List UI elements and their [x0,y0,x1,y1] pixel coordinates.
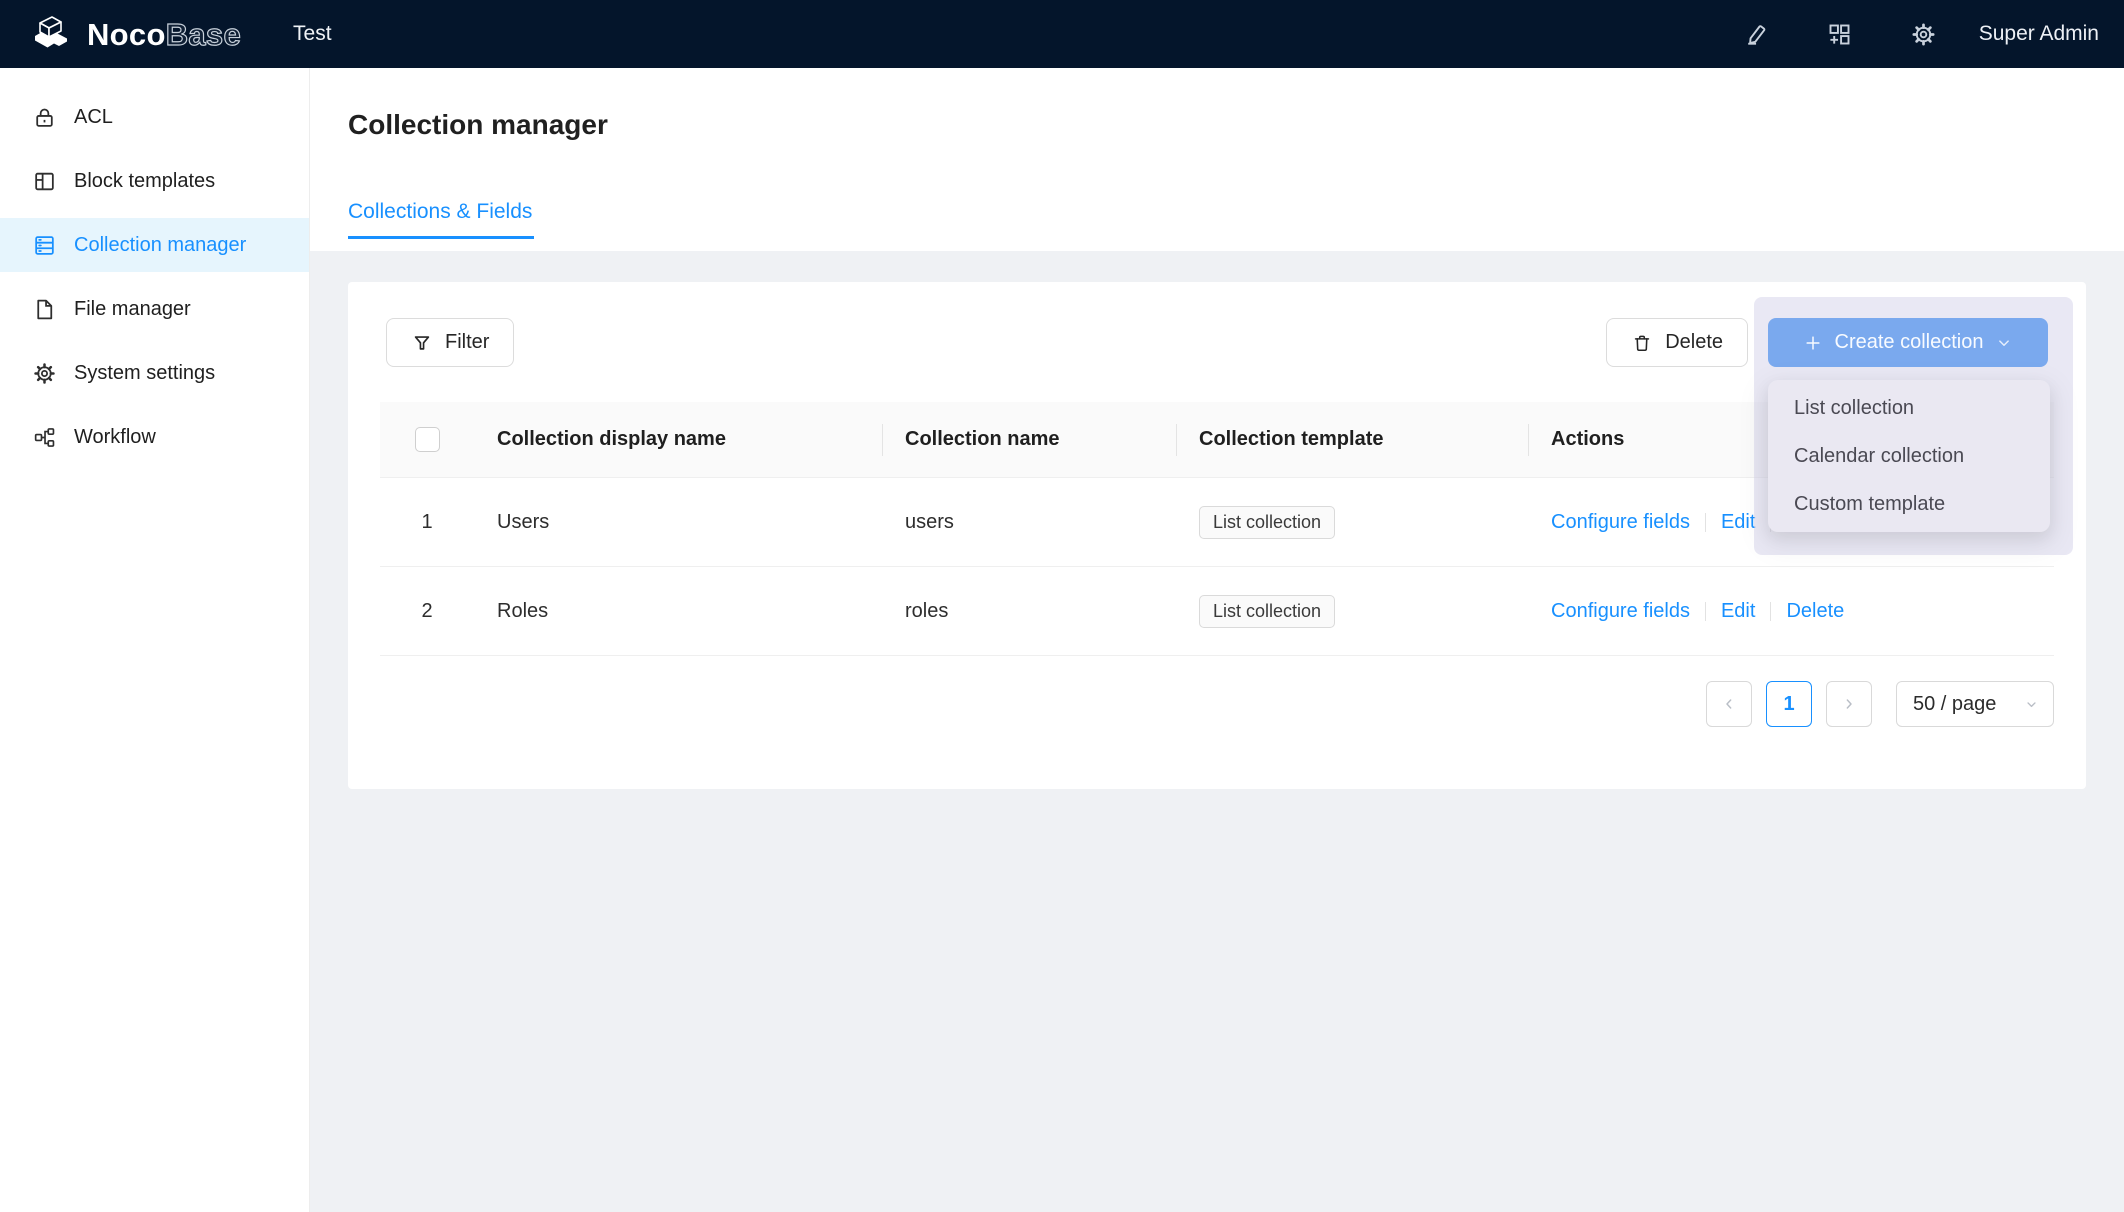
sidebar-item-workflow[interactable]: Workflow [0,410,309,464]
layout-icon [32,169,57,194]
action-divider [1705,513,1706,532]
cell-actions: Configure fields Edit Delete [1528,600,2054,623]
file-icon [32,297,57,322]
appstore-add-icon[interactable] [1826,21,1853,48]
menu-item-calendar-collection[interactable]: Calendar collection [1768,432,2050,480]
tab-collections-and-fields[interactable]: Collections & Fields [348,199,534,239]
action-divider [1705,602,1706,621]
sidebar-item-label: ACL [74,106,113,129]
main-area: Collection manager Collections & Fields … [310,68,2124,1212]
select-all-checkbox[interactable] [415,427,440,452]
configure-fields-link[interactable]: Configure fields [1551,511,1690,534]
tab-bar: Collections & Fields [348,199,2124,239]
body: ACL Block templates Collection manager [0,68,2124,1212]
select-all-cell [380,427,474,452]
settings-gear-icon[interactable] [1910,21,1937,48]
page-size-select[interactable]: 50 / page [1896,681,2054,727]
plus-icon [1803,333,1823,353]
filter-button[interactable]: Filter [386,318,514,367]
cell-display-name: Roles [474,600,882,623]
cell-display-name: Users [474,511,882,534]
page-header: Collection manager Collections & Fields [310,68,2124,251]
setting-icon [32,361,57,386]
page-size-value: 50 / page [1913,693,1996,716]
cell-name: users [882,511,1176,534]
database-icon [32,233,57,258]
partition-icon [32,425,57,450]
chevron-down-icon [1995,334,2013,352]
chevron-down-icon [2024,697,2039,712]
lock-icon [32,105,57,130]
brand-light: Base [166,19,241,50]
user-menu[interactable]: Super Admin [1979,22,2099,46]
app-window: Noco Base Test [0,0,2124,1212]
sidebar-item-label: Block templates [74,170,215,193]
brand-bold: Noco [87,19,166,50]
content-area: Filter Delete [310,251,2124,1212]
page-title: Collection manager [348,108,2124,142]
column-header-template: Collection template [1176,428,1528,451]
action-divider [1770,602,1771,621]
card-toolbar: Filter Delete [348,282,2086,367]
cell-template: List collection [1176,506,1528,539]
chevron-right-icon [1841,696,1857,712]
menu-item-custom-template[interactable]: Custom template [1768,480,2050,528]
pagination: 1 50 / page [348,681,2054,727]
menu-item-list-collection[interactable]: List collection [1768,384,2050,432]
nocobase-logo[interactable]: Noco Base [28,13,241,55]
sidebar-item-file-manager[interactable]: File manager [0,282,309,336]
topbar-icons [1742,21,1937,48]
collections-card: Filter Delete [348,282,2086,789]
create-collection-button[interactable]: Create collection [1768,318,2048,367]
template-tag: List collection [1199,506,1335,539]
cell-template: List collection [1176,595,1528,628]
sidebar-item-block-templates[interactable]: Block templates [0,154,309,208]
row-actions: Configure fields Edit Delete [1551,600,1844,623]
filter-button-label: Filter [445,331,489,354]
sidebar-item-system-settings[interactable]: System settings [0,346,309,400]
create-collection-dropdown: List collection Calendar collection Cust… [1768,380,2050,532]
chevron-left-icon [1721,696,1737,712]
trash-icon [1631,332,1653,354]
top-bar: Noco Base Test [0,0,2124,68]
edit-link[interactable]: Edit [1721,600,1755,623]
sidebar-item-label: Collection manager [74,234,246,257]
configure-fields-link[interactable]: Configure fields [1551,600,1690,623]
pagination-next-button[interactable] [1826,681,1872,727]
pagination-prev-button[interactable] [1706,681,1752,727]
column-header-name: Collection name [882,428,1176,451]
row-index: 2 [380,600,474,623]
delete-button-label: Delete [1665,331,1723,354]
cell-name: roles [882,600,1176,623]
create-collection-label: Create collection [1835,331,1984,354]
sidebar-item-label: File manager [74,298,191,321]
column-header-display-name: Collection display name [474,428,882,451]
top-nav-item-test[interactable]: Test [293,22,332,46]
filter-funnel-icon [411,332,433,354]
table-row-roles: 2 Roles roles List collection Configure … [380,567,2054,656]
template-tag: List collection [1199,595,1335,628]
sidebar-item-label: Workflow [74,426,156,449]
pagination-page-1[interactable]: 1 [1766,681,1812,727]
sidebar: ACL Block templates Collection manager [0,68,310,1212]
delete-button[interactable]: Delete [1606,318,1748,367]
edit-link[interactable]: Edit [1721,511,1755,534]
row-index: 1 [380,511,474,534]
delete-link[interactable]: Delete [1786,600,1844,623]
highlight-icon[interactable] [1742,21,1769,48]
brand-text: Noco Base [87,19,241,50]
sidebar-item-label: System settings [74,362,215,385]
sidebar-item-collection-manager[interactable]: Collection manager [0,218,309,272]
sidebar-item-acl[interactable]: ACL [0,90,309,144]
nocobase-cube-icon [28,13,74,55]
